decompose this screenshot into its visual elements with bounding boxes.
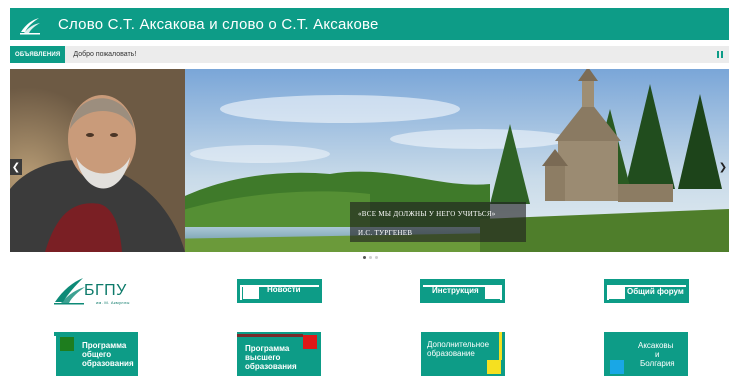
additional-education-line-1: Дополнительное <box>427 340 490 349</box>
site-header: Слово С.Т. Аксакова и слово о С.Т. Аксак… <box>10 8 729 40</box>
announcement-ticker: ОБЪЯВЛЕНИЯ Добро пожаловать! <box>10 46 729 63</box>
page: Слово С.Т. Аксакова и слово о С.Т. Аксак… <box>0 0 729 376</box>
higher-education-line-1: Программа <box>245 344 290 353</box>
pause-icon[interactable] <box>717 51 723 58</box>
forum-tile-label: Общий форум <box>627 287 684 296</box>
general-education-line-2: общего <box>82 350 112 359</box>
site-title[interactable]: Слово С.Т. Аксакова и слово о С.Т. Аксак… <box>58 16 379 33</box>
slide-quote: «ВСЕ МЫ ДОЛЖНЫ У НЕГО УЧИТЬСЯ» <box>358 210 496 218</box>
aksakovs-bulgaria-line-2: и <box>655 350 660 359</box>
bgpu-logo-text: БГПУ <box>84 282 127 299</box>
higher-education-tile[interactable]: Программа высшего образования <box>237 332 321 376</box>
announcement-text[interactable]: Добро пожаловать! <box>73 51 136 58</box>
slide-caption: «ВСЕ МЫ ДОЛЖНЫ У НЕГО УЧИТЬСЯ» И.С. ТУРГ… <box>350 202 526 242</box>
announcements-badge[interactable]: ОБЪЯВЛЕНИЯ <box>10 46 66 63</box>
blue-square-icon <box>610 360 624 374</box>
instruction-tile-label: Инструкция <box>432 286 479 295</box>
tile-accent-stripe <box>499 332 502 360</box>
green-square-icon <box>60 337 74 351</box>
slider-pagination <box>363 256 378 259</box>
red-square-icon <box>303 335 317 349</box>
additional-education-tile[interactable]: Дополнительное образование <box>421 332 505 376</box>
news-tile-label: Новости <box>267 285 301 294</box>
instruction-tile-notch <box>485 286 500 299</box>
tile-accent-stripe <box>237 334 303 337</box>
tile-accent-stripe <box>54 336 56 376</box>
yellow-square-icon <box>487 360 501 374</box>
aksakovs-bulgaria-line-3: Болгария <box>640 359 675 368</box>
additional-education-line-2: образование <box>427 349 475 358</box>
slider-dot[interactable] <box>369 256 372 259</box>
general-education-line-1: Программа <box>82 341 127 350</box>
general-education-line-3: образования <box>82 359 134 368</box>
chevron-left-icon: ❮ <box>11 161 21 173</box>
slider-dot[interactable] <box>363 256 366 259</box>
slider-dot[interactable] <box>375 256 378 259</box>
bgpu-swoosh-icon[interactable] <box>18 12 42 36</box>
general-education-tile[interactable]: Программа общего образования <box>54 332 138 376</box>
aksakovs-bulgaria-line-1: Аксаковы <box>638 341 674 350</box>
aksakovs-bulgaria-tile[interactable]: Аксаковы и Болгария <box>604 332 688 376</box>
forum-tile-notch <box>609 286 625 299</box>
hero-slider[interactable]: ❮ ❯ «ВСЕ МЫ ДОЛЖНЫ У НЕГО УЧИТЬСЯ» И.С. … <box>10 69 729 252</box>
bgpu-logo-subtitle: им. М. Акмуллы <box>96 300 130 305</box>
slide-quote-author: И.С. ТУРГЕНЕВ <box>358 229 413 237</box>
higher-education-line-3: образования <box>245 362 297 371</box>
slider-prev-button[interactable]: ❮ <box>10 159 22 175</box>
slider-next-button[interactable]: ❯ <box>717 159 729 175</box>
chevron-right-icon: ❯ <box>718 161 728 173</box>
news-tile-notch <box>243 286 259 299</box>
higher-education-line-2: высшего <box>245 353 281 362</box>
